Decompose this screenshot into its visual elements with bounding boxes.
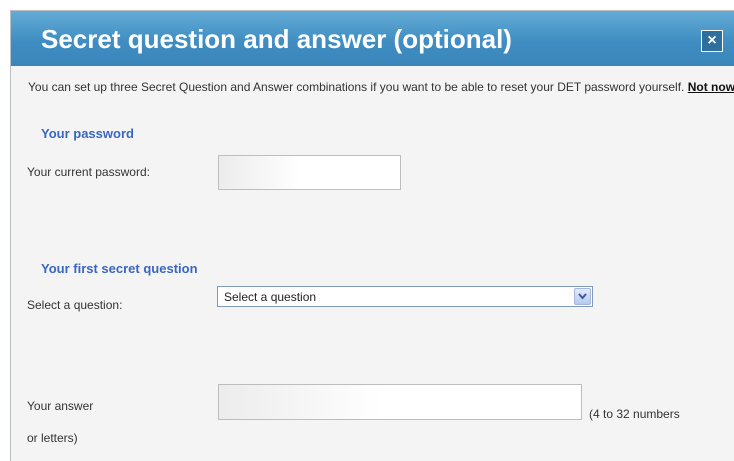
selected-question: Select a question bbox=[224, 290, 317, 304]
chevron-down-icon[interactable] bbox=[574, 288, 591, 305]
question-select[interactable]: Select a question bbox=[217, 286, 593, 307]
intro-paragraph: You can set up three Secret Question and… bbox=[28, 79, 734, 95]
answer-hint-continued: or letters) bbox=[27, 431, 78, 445]
not-now-link[interactable]: Not now bbox=[688, 80, 734, 94]
close-icon[interactable]: × bbox=[701, 30, 723, 52]
dialog-title: Secret question and answer (optional) bbox=[41, 24, 512, 54]
select-question-label: Select a question: bbox=[27, 298, 123, 312]
current-password-input[interactable] bbox=[218, 155, 401, 190]
first-question-heading: Your first secret question bbox=[41, 261, 198, 276]
answer-hint: (4 to 32 numbers bbox=[589, 407, 680, 421]
answer-label: Your answer bbox=[27, 399, 94, 413]
current-password-label: Your current password: bbox=[27, 165, 150, 179]
intro-text: You can set up three Secret Question and… bbox=[28, 80, 685, 94]
dialog-titlebar: Secret question and answer (optional) bbox=[11, 11, 734, 66]
secret-question-dialog: Secret question and answer (optional) × … bbox=[10, 10, 734, 461]
password-section-heading: Your password bbox=[41, 126, 134, 141]
answer-input[interactable] bbox=[218, 384, 582, 420]
